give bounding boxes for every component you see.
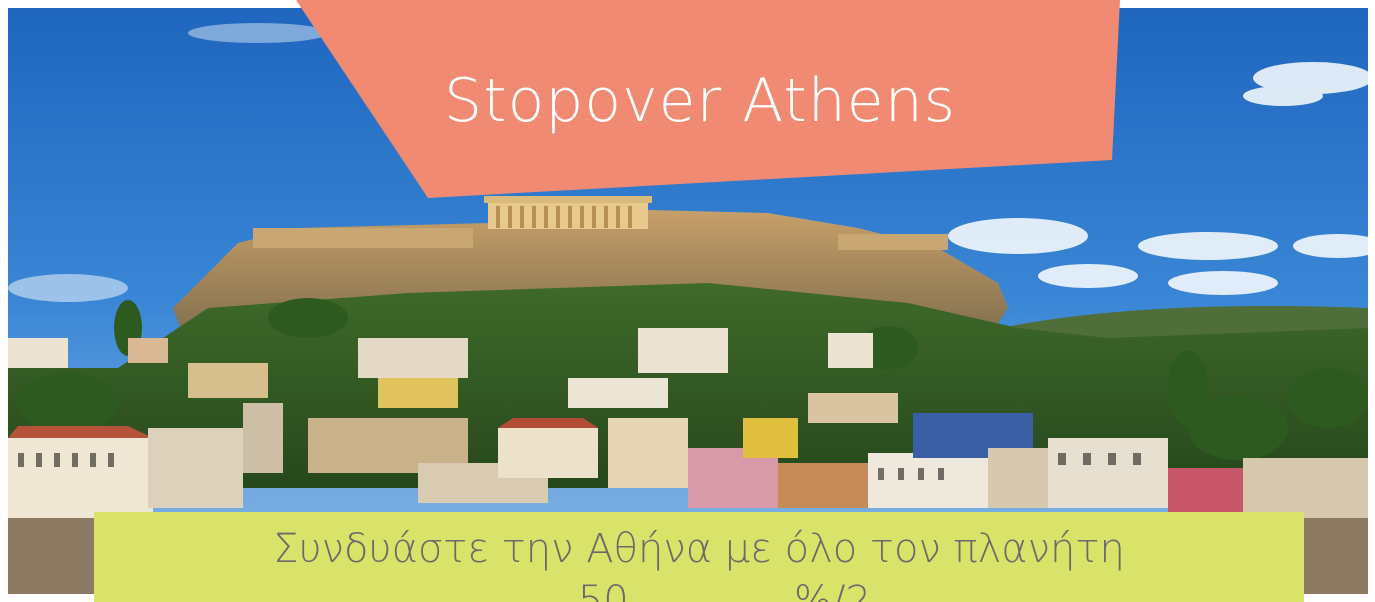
subtitle-band: Συνδυάστε την Αθήνα με όλο τον πλανήτη .… — [94, 512, 1304, 602]
page-title: Stopover Athens — [443, 66, 957, 136]
parthenon — [484, 196, 652, 229]
subtitle-text: Συνδυάστε την Αθήνα με όλο τον πλανήτη — [273, 526, 1125, 572]
subtitle-text-cut: ... 50 ... ... ... %/2 — [527, 578, 871, 602]
acropolis-wall — [253, 228, 473, 248]
acropolis-wall-east — [838, 234, 948, 250]
